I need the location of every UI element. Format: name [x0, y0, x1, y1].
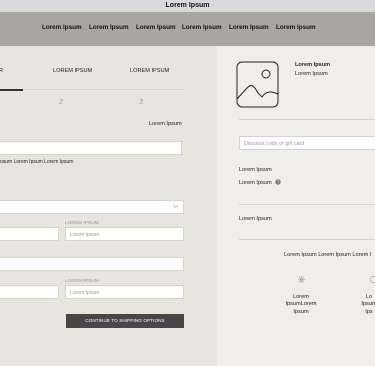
checkout-form-panel: R LOREM IPSUM LOREM IPSUM 2 3 Lorem Ipsu…	[0, 46, 217, 366]
continue-shipping-button[interactable]: CONTINUE TO SHIPPING OPTIONS	[66, 314, 184, 328]
step-number-3: 3	[139, 99, 143, 106]
summary-divider-1	[239, 119, 375, 120]
feature-text-1: Lorem IpsumLorem Ipsum	[285, 294, 317, 315]
steps-divider	[0, 89, 183, 90]
total-label: Lorem Ipsum	[239, 216, 272, 222]
field-label-2: LOREM IPSUM	[65, 279, 99, 284]
summary-divider-2	[239, 204, 375, 205]
tab-step-2[interactable]: LOREM IPSUM	[53, 68, 92, 74]
image-placeholder-icon	[236, 61, 279, 108]
product-name: Lorem Ipsum	[295, 62, 331, 68]
question-icon[interactable]: ?	[275, 179, 281, 185]
main-nav: Lorem Ipsum Lorem Ipsum Lorem Ipsum Lore…	[0, 12, 375, 46]
nav-item[interactable]: Lorem Ipsum	[229, 24, 269, 31]
last-name-placeholder: Lorem Ipsum	[70, 231, 100, 238]
tab-step-3[interactable]: LOREM IPSUM	[130, 68, 169, 74]
country-select[interactable]	[0, 200, 184, 214]
chevron-down-icon	[173, 205, 178, 208]
feature-icon	[297, 275, 306, 284]
nav-item[interactable]: Lorem Ipsum	[182, 24, 222, 31]
last-name-input[interactable]: Lorem Ipsum	[65, 227, 184, 241]
subtotal-label: Lorem Ipsum	[239, 167, 272, 173]
promo-text: Lorem Ipsum Lorem Ipsum Lorem I	[284, 252, 372, 258]
shipping-label: Lorem Ipsum	[239, 180, 272, 186]
checkout-page: Lorem Ipsum Lorem Ipsum Lorem Ipsum Lore…	[0, 0, 375, 366]
city-input[interactable]	[0, 285, 59, 299]
field-label-1: LOREM IPSUM	[65, 221, 99, 226]
nav-item[interactable]: Lorem Ipsum	[276, 24, 316, 31]
nav-item[interactable]: Lorem Ipsum	[136, 24, 176, 31]
active-step-indicator	[0, 89, 23, 91]
step-number-2: 2	[59, 99, 63, 106]
nav-item[interactable]: Lorem Ipsum	[42, 24, 82, 31]
helper-text: osum Lorem Ipsum Lorem Ipsum	[0, 159, 74, 165]
feature-text-2: Lo Ipsum Ips	[361, 294, 375, 315]
summary-divider-3	[239, 239, 375, 240]
top-bar: Lorem Ipsum	[0, 0, 375, 12]
discount-input[interactable]: Discount code or gift card	[239, 136, 375, 150]
tab-step-1[interactable]: R	[0, 68, 3, 74]
postal-input[interactable]: Lorem Ipsum	[65, 285, 184, 299]
order-summary-panel: Lorem Ipsum Lorem Ipsum Discount code or…	[217, 46, 375, 366]
address-input[interactable]	[0, 257, 184, 271]
feature-icon	[369, 275, 375, 284]
nav-item[interactable]: Lorem Ipsum	[89, 24, 129, 31]
store-title: Lorem Ipsum	[165, 2, 210, 9]
product-variant: Lorem Ipsum	[295, 71, 328, 77]
contact-input[interactable]	[0, 141, 182, 155]
postal-placeholder: Lorem Ipsum	[70, 289, 100, 296]
first-name-input[interactable]	[0, 227, 59, 241]
discount-placeholder: Discount code or gift card	[244, 140, 305, 147]
login-link[interactable]: Lorem Ipsum	[149, 121, 182, 127]
